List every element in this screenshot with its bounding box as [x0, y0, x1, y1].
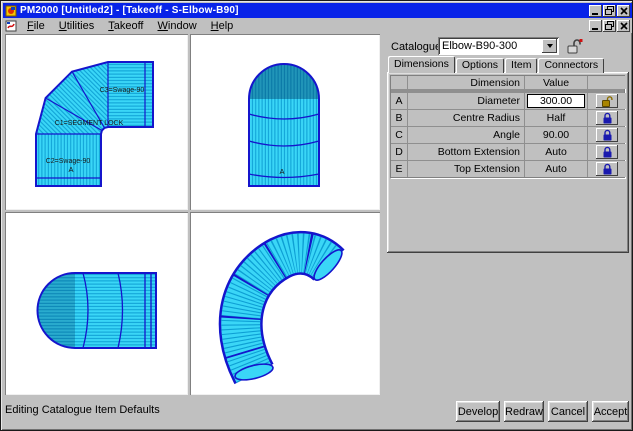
row-id: D: [391, 144, 407, 160]
point-a-label: A: [68, 165, 73, 174]
chevron-down-icon: [546, 44, 553, 48]
lock-closed-icon: [603, 146, 611, 158]
lock-toggle-button[interactable]: [596, 162, 618, 176]
header-lock: [588, 76, 626, 89]
lock-open-icon: [601, 96, 613, 107]
lock-closed-icon: [603, 163, 611, 175]
tab-connectors[interactable]: Connectors: [538, 58, 605, 73]
lock-closed-icon: [603, 129, 611, 141]
child-close-button[interactable]: [617, 19, 630, 32]
develop-button[interactable]: Develop: [456, 401, 500, 422]
value-cell[interactable]: Auto: [525, 144, 587, 160]
value-cell[interactable]: 90.00: [525, 127, 587, 143]
window-title: PM2000 [Untitled2] - [Takeoff - S-Elbow-…: [20, 5, 239, 16]
cancel-button[interactable]: Cancel: [548, 401, 588, 422]
title-bar: PM2000 [Untitled2] - [Takeoff - S-Elbow-…: [3, 3, 632, 18]
header-corner: [391, 76, 407, 89]
lock-closed-icon: [603, 112, 611, 124]
menu-utilities[interactable]: Utilities: [53, 19, 100, 33]
viewport-top[interactable]: [5, 212, 188, 395]
app-window: PM2000 [Untitled2] - [Takeoff - S-Elbow-…: [0, 0, 633, 431]
connector3-label: C3=Swage-90: [100, 87, 145, 94]
lock-cell: [588, 93, 626, 109]
viewport-front[interactable]: C3=Swage-90 C1=SEGMENT LOCK C2=Swage-90 …: [5, 34, 188, 210]
row-dimension: Bottom Extension: [408, 144, 524, 160]
row-id: E: [391, 161, 407, 177]
row-dimension: Centre Radius: [408, 110, 524, 126]
child-restore-button[interactable]: [603, 19, 616, 32]
tab-strip: Dimensions Options Item Connectors: [388, 56, 605, 73]
menu-file[interactable]: File: [21, 19, 51, 33]
catalogue-value: Elbow-B90-300: [442, 40, 518, 52]
tab-item[interactable]: Item: [505, 58, 538, 73]
close-button[interactable]: [617, 4, 630, 17]
value-cell: 300.00: [525, 93, 587, 109]
lock-cell: [588, 161, 626, 177]
row-dimension: Top Extension: [408, 161, 524, 177]
connector1-label: C1=SEGMENT LOCK: [55, 120, 124, 127]
row-dimension: Angle: [408, 127, 524, 143]
viewport-side[interactable]: A: [190, 34, 380, 210]
accept-button[interactable]: Accept: [592, 401, 629, 422]
dimension-table: Dimension Value A Diameter 300.00 B Cent…: [390, 75, 626, 178]
catalogue-label: Catalogue: [391, 41, 442, 53]
connector2-label: C2=Swage-90: [46, 158, 91, 165]
lock-toggle-button[interactable]: [596, 94, 618, 108]
action-buttons: Develop Redraw Cancel Accept: [456, 401, 629, 422]
row-dimension: Diameter: [408, 93, 524, 109]
combobox-dropdown-button[interactable]: [542, 39, 557, 53]
lock-toggle-button[interactable]: [596, 145, 618, 159]
menu-window[interactable]: Window: [152, 19, 203, 33]
viewport-3d[interactable]: [190, 212, 380, 395]
lock-toggle-button[interactable]: [596, 128, 618, 142]
header-value: Value: [525, 76, 587, 89]
point-a-marker: A: [279, 167, 284, 176]
value-edit-field[interactable]: 300.00: [527, 94, 585, 108]
menu-takeoff[interactable]: Takeoff: [102, 19, 149, 33]
header-dimension: Dimension: [408, 76, 524, 89]
tab-options[interactable]: Options: [455, 58, 505, 73]
catalogue-combobox[interactable]: Elbow-B90-300: [438, 37, 559, 55]
restore-button[interactable]: [603, 4, 616, 17]
lock-open-icon: [567, 38, 582, 53]
dimensions-panel: Dimension Value A Diameter 300.00 B Cent…: [387, 72, 629, 253]
lock-cell: [588, 127, 626, 143]
value-cell[interactable]: Half: [525, 110, 587, 126]
menu-help[interactable]: Help: [205, 19, 240, 33]
elbow-3d-body: [218, 230, 345, 385]
document-icon: [5, 20, 17, 32]
menu-bar: File Utilities Takeoff Window Help: [3, 18, 632, 33]
lock-cell: [588, 110, 626, 126]
row-id: A: [391, 93, 407, 109]
app-icon: [5, 5, 17, 17]
row-id: C: [391, 127, 407, 143]
child-minimize-button[interactable]: [589, 19, 602, 32]
redraw-button[interactable]: Redraw: [504, 401, 544, 422]
minimize-button[interactable]: [589, 4, 602, 17]
lock-toggle-button[interactable]: [596, 111, 618, 125]
tab-dimensions[interactable]: Dimensions: [388, 56, 455, 73]
unlock-tool-button[interactable]: [564, 36, 584, 55]
row-id: B: [391, 110, 407, 126]
status-text: Editing Catalogue Item Defaults: [5, 404, 160, 416]
value-cell[interactable]: Auto: [525, 161, 587, 177]
lock-cell: [588, 144, 626, 160]
